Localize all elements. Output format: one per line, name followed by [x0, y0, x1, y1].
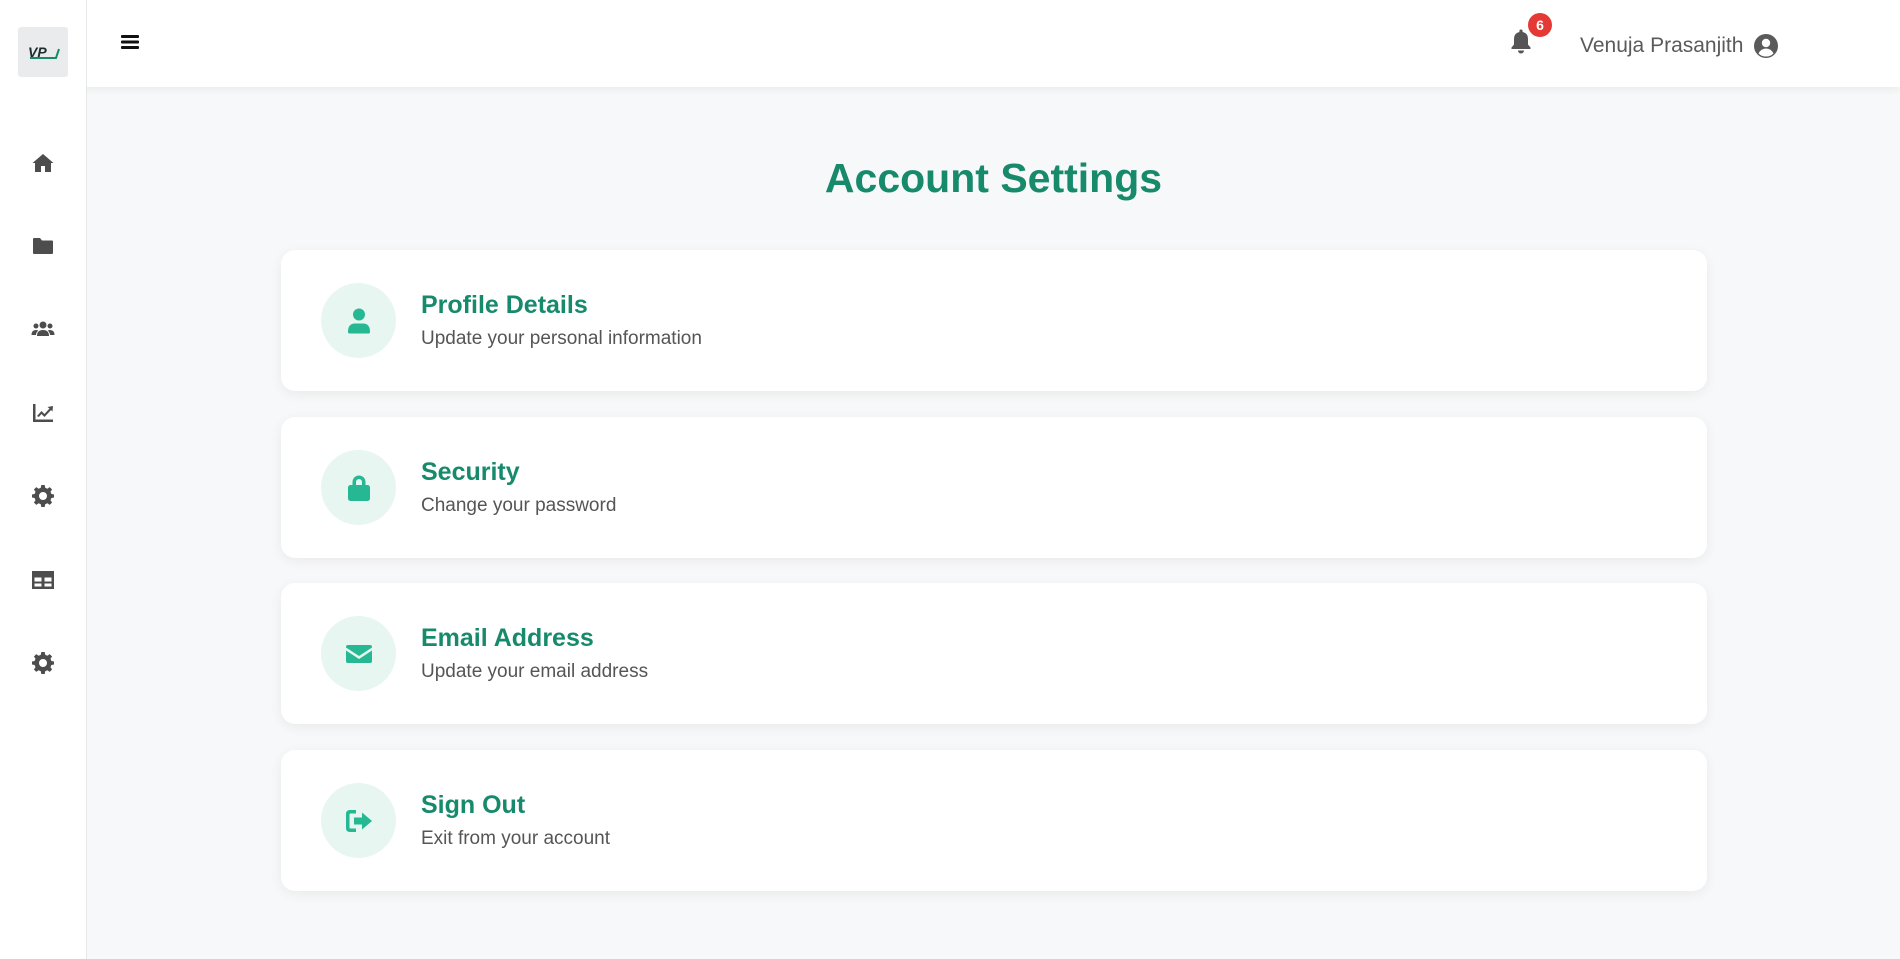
- user-icon: [347, 308, 370, 333]
- sidebar: VP: [0, 0, 87, 959]
- app-logo[interactable]: VP: [18, 27, 68, 77]
- sidebar-item-home[interactable]: [18, 138, 68, 188]
- card-title: Email Address: [421, 624, 594, 652]
- sidebar-item-analytics[interactable]: [18, 388, 68, 438]
- card-title: Profile Details: [421, 291, 588, 319]
- user-name: Venuja Prasanjith: [1580, 34, 1744, 57]
- home-icon: [32, 154, 54, 172]
- card-description: Update your email address: [421, 661, 649, 682]
- chart-line-icon: [33, 404, 53, 422]
- card-icon-container: [321, 783, 396, 858]
- card-icon-container: [321, 450, 396, 525]
- notification-count-badge: 6: [1528, 13, 1552, 37]
- card-title: Sign Out: [421, 791, 526, 819]
- card-icon-container: [321, 616, 396, 691]
- sign-out-card[interactable]: Sign Out Exit from your account: [281, 750, 1707, 891]
- card-description: Exit from your account: [421, 828, 611, 849]
- folder-icon: [33, 238, 53, 254]
- menu-toggle-button[interactable]: [116, 28, 144, 56]
- user-circle-icon: [1754, 34, 1779, 58]
- users-icon: [31, 321, 55, 336]
- gear-icon: [32, 652, 54, 674]
- logo-icon: VP: [28, 44, 60, 60]
- envelope-icon: [345, 644, 372, 663]
- gear-icon: [32, 485, 54, 507]
- email-address-card[interactable]: Email Address Update your email address: [281, 583, 1707, 724]
- lock-icon: [347, 475, 370, 501]
- page-title: Account Settings: [824, 155, 1163, 201]
- card-description: Update your personal information: [421, 328, 702, 349]
- sidebar-item-table[interactable]: [18, 555, 68, 605]
- sidebar-item-folders[interactable]: [18, 221, 68, 271]
- main-content: Account Settings Profile Details Update …: [87, 87, 1900, 959]
- sidebar-item-settings-2[interactable]: [18, 638, 68, 688]
- security-card[interactable]: Security Change your password: [281, 417, 1707, 558]
- sidebar-item-settings[interactable]: [18, 471, 68, 521]
- table-icon: [32, 571, 54, 589]
- card-title: Security: [421, 458, 520, 486]
- hamburger-icon: [121, 35, 139, 49]
- sign-out-icon: [345, 809, 372, 832]
- sidebar-item-users[interactable]: [18, 304, 68, 354]
- user-menu[interactable]: Venuja Prasanjith: [1580, 28, 1779, 64]
- card-icon-container: [321, 283, 396, 358]
- card-description: Change your password: [421, 495, 617, 516]
- profile-details-card[interactable]: Profile Details Update your personal inf…: [281, 250, 1707, 391]
